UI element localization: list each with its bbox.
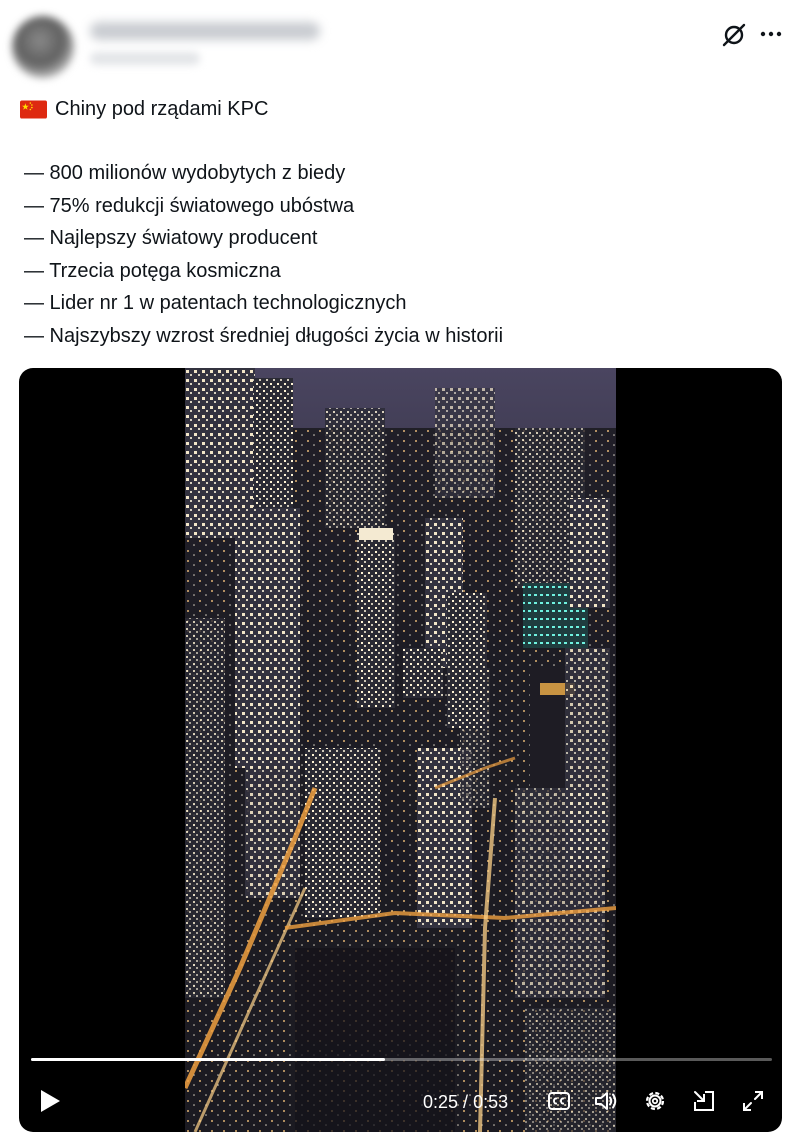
time-separator: / xyxy=(458,1092,474,1112)
captions-icon[interactable] xyxy=(546,1088,572,1114)
play-icon[interactable] xyxy=(37,1088,63,1114)
post-header xyxy=(0,0,796,90)
video-time: 0:25 / 0:53 xyxy=(423,1090,508,1114)
avatar[interactable] xyxy=(12,16,74,78)
bullet-line: — 75% redukcji światowego ubóstwa xyxy=(24,194,355,217)
duration: 0:53 xyxy=(473,1092,509,1112)
post-title: Chiny pod rządami KPC xyxy=(55,98,269,120)
picture-in-picture-icon[interactable] xyxy=(691,1088,717,1114)
china-flag-icon xyxy=(20,100,47,118)
current-time: 0:25 xyxy=(423,1092,459,1112)
bullet-line: — Najszybszy wzrost średniej długości ży… xyxy=(24,324,504,347)
settings-icon[interactable] xyxy=(642,1088,668,1114)
post-bullets: — 800 milionów wydobytych z biedy — 75% … xyxy=(24,157,503,352)
video-progress-bar[interactable] xyxy=(31,1058,772,1061)
bullet-line: — Lider nr 1 w patentach technologicznyc… xyxy=(24,292,407,314)
video-progress-fill xyxy=(31,1058,386,1061)
more-icon[interactable] xyxy=(757,20,785,48)
bullet-line: — 800 milionów wydobytych z biedy xyxy=(24,162,346,184)
author-name-blurred[interactable] xyxy=(90,22,320,40)
video-frame-city-night[interactable] xyxy=(185,368,616,1132)
fullscreen-icon[interactable] xyxy=(740,1088,766,1114)
post-title-line: Chiny pod rządami KPC xyxy=(20,95,268,123)
video-player[interactable]: 0:25 / 0:53 xyxy=(19,368,782,1132)
bullet-line: — Trzecia potęga kosmiczna xyxy=(24,259,281,282)
bullet-line: — Najlepszy światowy producent xyxy=(24,227,318,249)
grok-icon[interactable] xyxy=(720,20,748,48)
tweet-post: Chiny pod rządami KPC — 800 milionów wyd… xyxy=(0,0,796,1145)
author-handle-blurred xyxy=(90,52,200,65)
volume-icon[interactable] xyxy=(593,1088,619,1114)
